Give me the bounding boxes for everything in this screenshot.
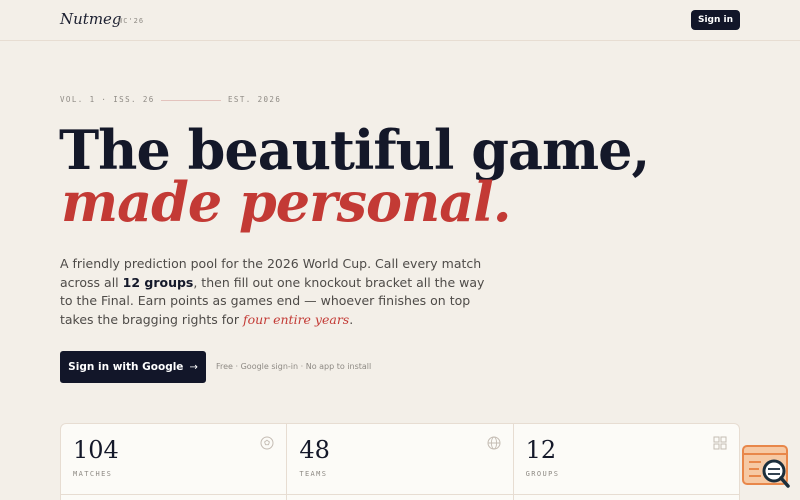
feedback-widget-icon[interactable] [741,444,791,490]
headline-line-2: made personal. [61,170,512,234]
google-sign-in-button[interactable]: Sign in with Google → [60,351,206,383]
grid-icon [713,436,727,450]
sign-in-button[interactable]: Sign in [691,10,740,30]
issue-divider [161,100,221,101]
globe-icon [487,436,501,450]
issue-volume: VOL. 1 · ISS. 26 [60,95,155,104]
brand-tag: WC'26 [118,17,145,25]
stat-value: 12 [525,436,557,464]
stat-card-matches: 104 MATCHES [61,424,288,500]
issue-line: VOL. 1 · ISS. 26 EST. 2026 [60,95,360,107]
ball-icon [260,436,274,450]
stat-value: 104 [73,436,119,464]
google-sign-in-label: Sign in with Google [68,361,184,373]
intro-years-italic: four entire years [242,311,350,327]
brand-logo[interactable]: Nutmeg [60,10,122,28]
stat-label: GROUPS [525,470,560,478]
stat-label: TEAMS [299,470,328,478]
issue-established: EST. 2026 [228,95,282,104]
stat-card-groups: 12 GROUPS [513,424,739,500]
intro-paragraph: A friendly prediction pool for the 2026 … [60,255,490,329]
stat-value: 48 [299,436,330,464]
arrow-right-icon: → [189,361,198,373]
stat-label: MATCHES [73,470,113,478]
cta-note: Free · Google sign-in · No app to instal… [216,362,372,371]
intro-groups-bold: 12 groups [122,274,194,290]
top-bar: Nutmeg WC'26 Sign in [0,0,800,41]
stats-panel: 104 MATCHES 48 TEAMS 12 GROUPS [60,423,740,500]
stat-card-teams: 48 TEAMS [287,424,514,500]
intro-text-end: . [349,311,354,327]
